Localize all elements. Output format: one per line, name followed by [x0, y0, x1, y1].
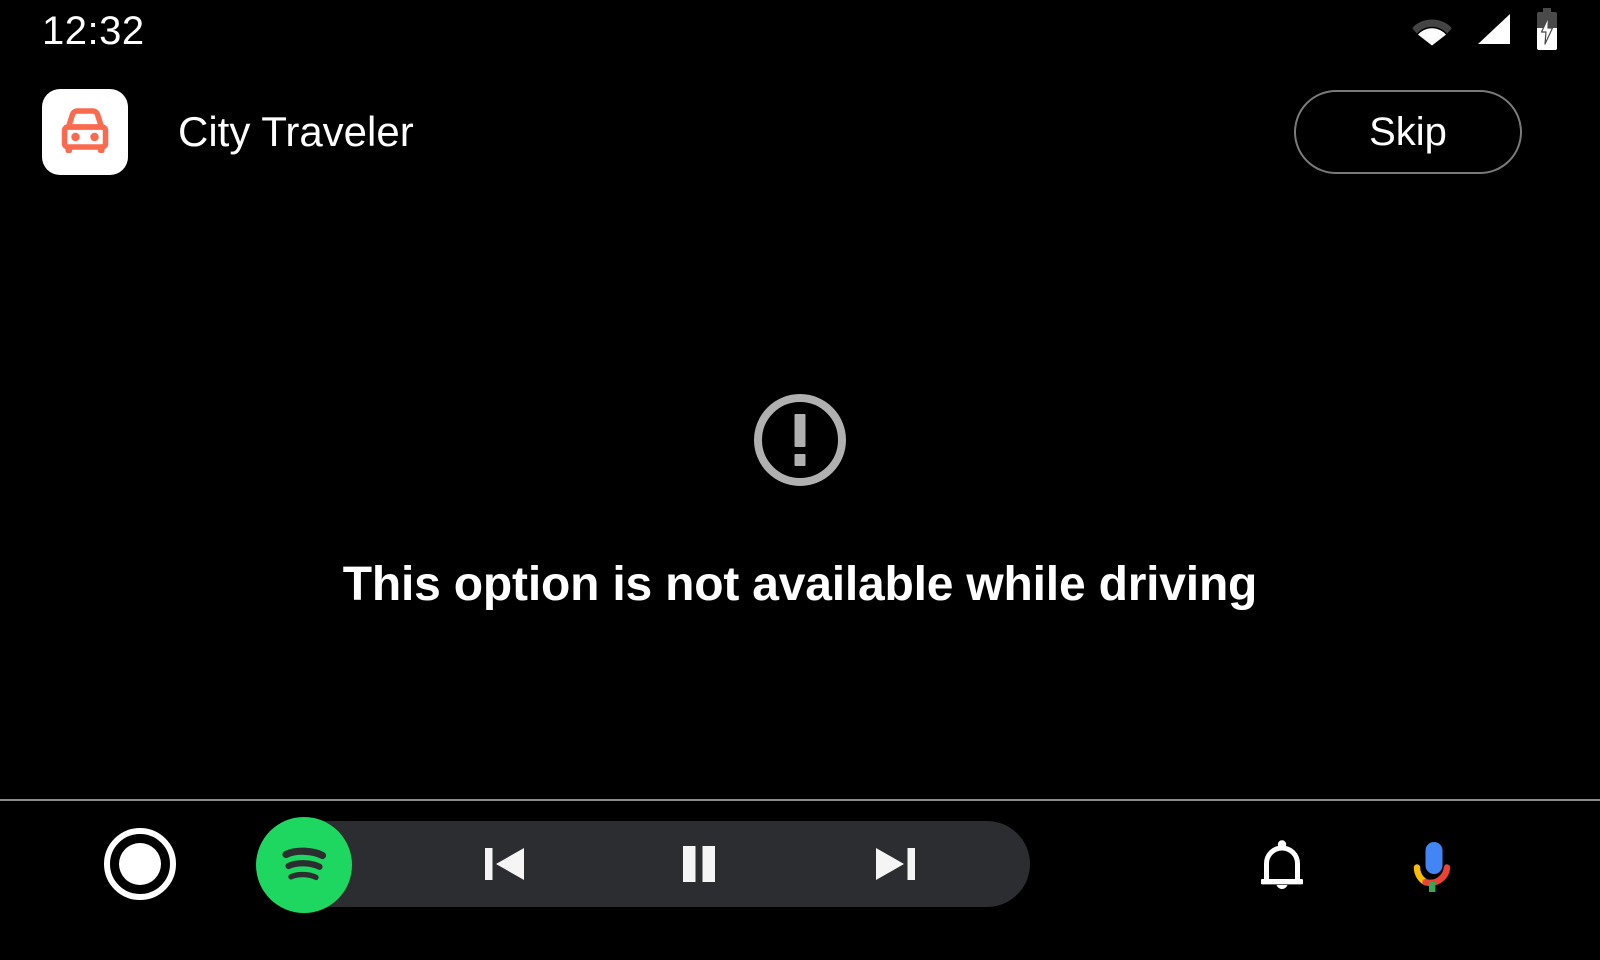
status-bar-clock: 12:32: [42, 9, 145, 53]
skip-previous-icon: [485, 848, 524, 880]
wifi-icon: [1410, 11, 1454, 52]
home-button[interactable]: [104, 828, 176, 900]
previous-track-button[interactable]: [456, 815, 554, 913]
driving-restriction-message: This option is not available while drivi…: [342, 558, 1258, 611]
bell-icon: [1261, 840, 1303, 889]
google-assistant-mic-icon: [1413, 842, 1451, 892]
assistant-microphone-button[interactable]: [1386, 821, 1478, 913]
bottom-nav-bar: [0, 801, 1600, 960]
status-bar: 12:32: [0, 0, 1600, 62]
cellular-signal-icon: [1474, 11, 1514, 52]
skip-button[interactable]: Skip: [1294, 90, 1522, 174]
app-header: City Traveler Skip: [0, 62, 1600, 202]
home-icon: [119, 843, 161, 885]
main-content: This option is not available while drivi…: [0, 202, 1600, 800]
error-exclamation-circle-icon: [750, 390, 850, 495]
battery-charging-icon: [1534, 7, 1560, 55]
spotify-icon[interactable]: [256, 817, 352, 913]
car-app-icon: [42, 89, 128, 175]
status-bar-icons: [1410, 7, 1560, 55]
app-title: City Traveler: [178, 108, 414, 155]
pause-icon: [683, 846, 715, 882]
notifications-button[interactable]: [1236, 821, 1328, 913]
skip-next-icon: [876, 848, 915, 880]
next-track-button[interactable]: [846, 815, 944, 913]
pause-button[interactable]: [650, 815, 748, 913]
